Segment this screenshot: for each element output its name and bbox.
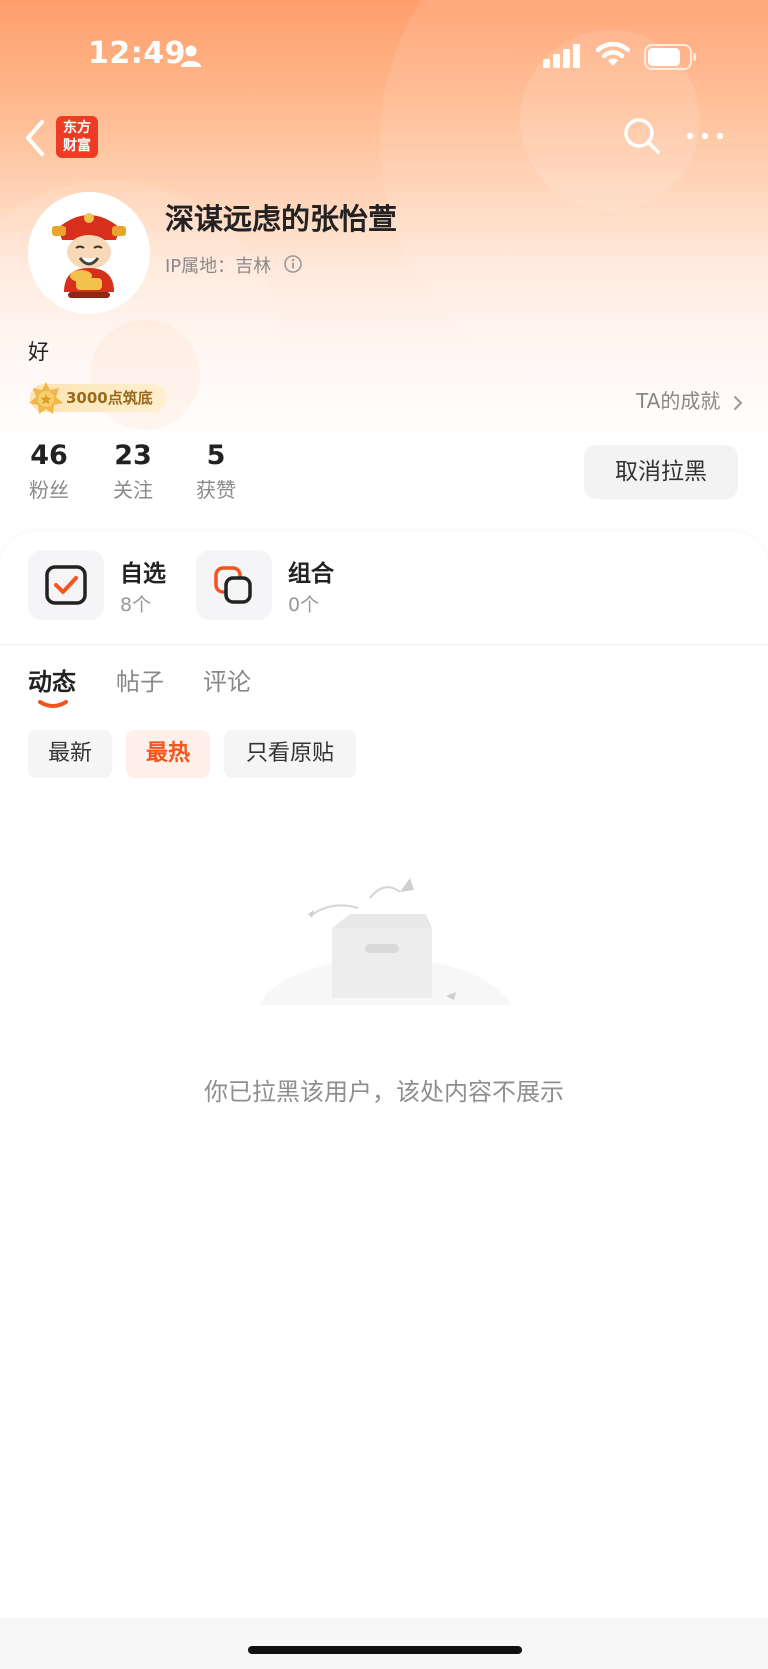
app-logo[interactable]: 东方 财富 — [56, 116, 98, 158]
stat-value: 46 — [30, 440, 68, 471]
achievement-link-label: TA的成就 — [636, 389, 721, 413]
portfolio-count: 0个 — [288, 594, 320, 616]
filter-hottest[interactable]: 最热 — [126, 730, 210, 778]
battery-icon — [644, 44, 696, 70]
info-icon[interactable] — [283, 254, 303, 274]
app-logo-line2: 财富 — [63, 138, 91, 154]
user-avatar[interactable] — [28, 192, 150, 314]
unblock-button[interactable]: 取消拉黑 — [584, 445, 738, 499]
decorative-circle — [90, 320, 200, 430]
search-icon[interactable] — [622, 116, 662, 156]
cellular-signal-icon — [543, 44, 580, 68]
wifi-icon — [596, 41, 630, 66]
person-icon — [181, 45, 201, 67]
empty-state-message: 你已拉黑该用户，该处内容不展示 — [204, 1078, 564, 1106]
fortune-god-avatar-icon — [28, 192, 150, 314]
watchlist-icon — [45, 565, 87, 605]
stat-label: 关注 — [113, 478, 153, 502]
app-logo-line1: 东方 — [63, 120, 91, 136]
chevron-right-icon — [733, 395, 743, 410]
ip-location: IP属地：吉林 — [165, 256, 272, 277]
username: 深谋远虑的张怡萱 — [165, 202, 398, 236]
more-options-icon[interactable] — [684, 126, 726, 146]
watchlist-icon-box — [28, 550, 104, 620]
filter-original-only[interactable]: 只看原贴 — [224, 730, 356, 778]
back-arrow-icon[interactable] — [22, 118, 48, 158]
status-time: 12:49 — [88, 36, 186, 71]
stat-likes[interactable]: 5 获赞 — [181, 436, 251, 504]
portfolio-icon-box — [196, 550, 272, 620]
achievement-badge[interactable]: 3000点筑底 — [29, 382, 167, 414]
tab-comments[interactable]: 评论 — [203, 662, 251, 697]
watchlist-title: 自选 — [120, 561, 166, 587]
bottom-safe-area — [0, 1618, 768, 1669]
stat-label: 粉丝 — [29, 478, 69, 502]
stat-followers[interactable]: 46 粉丝 — [14, 436, 84, 504]
status-bar: 12:49 — [0, 0, 768, 100]
tab-posts[interactable]: 帖子 — [116, 662, 164, 697]
portfolio-icon — [214, 566, 252, 604]
stat-label: 获赞 — [196, 478, 236, 502]
medal-icon — [29, 382, 63, 414]
stat-value: 23 — [114, 440, 152, 471]
watchlist-count: 8个 — [120, 594, 152, 616]
achievement-link[interactable]: TA的成就 — [636, 385, 743, 414]
stat-following[interactable]: 23 关注 — [98, 436, 168, 504]
portfolio-title: 组合 — [288, 561, 334, 587]
empty-box-illustration — [250, 878, 520, 1030]
filter-latest[interactable]: 最新 — [28, 730, 112, 778]
stat-value: 5 — [206, 440, 226, 471]
tab-activity[interactable]: 动态 — [28, 662, 76, 697]
active-tab-indicator — [38, 700, 68, 708]
user-bio: 好 — [28, 340, 49, 364]
section-divider — [0, 644, 768, 645]
home-indicator[interactable] — [248, 1646, 522, 1654]
navigation-bar: 东方 财富 — [0, 110, 768, 170]
badge-label: 3000点筑底 — [66, 389, 153, 407]
